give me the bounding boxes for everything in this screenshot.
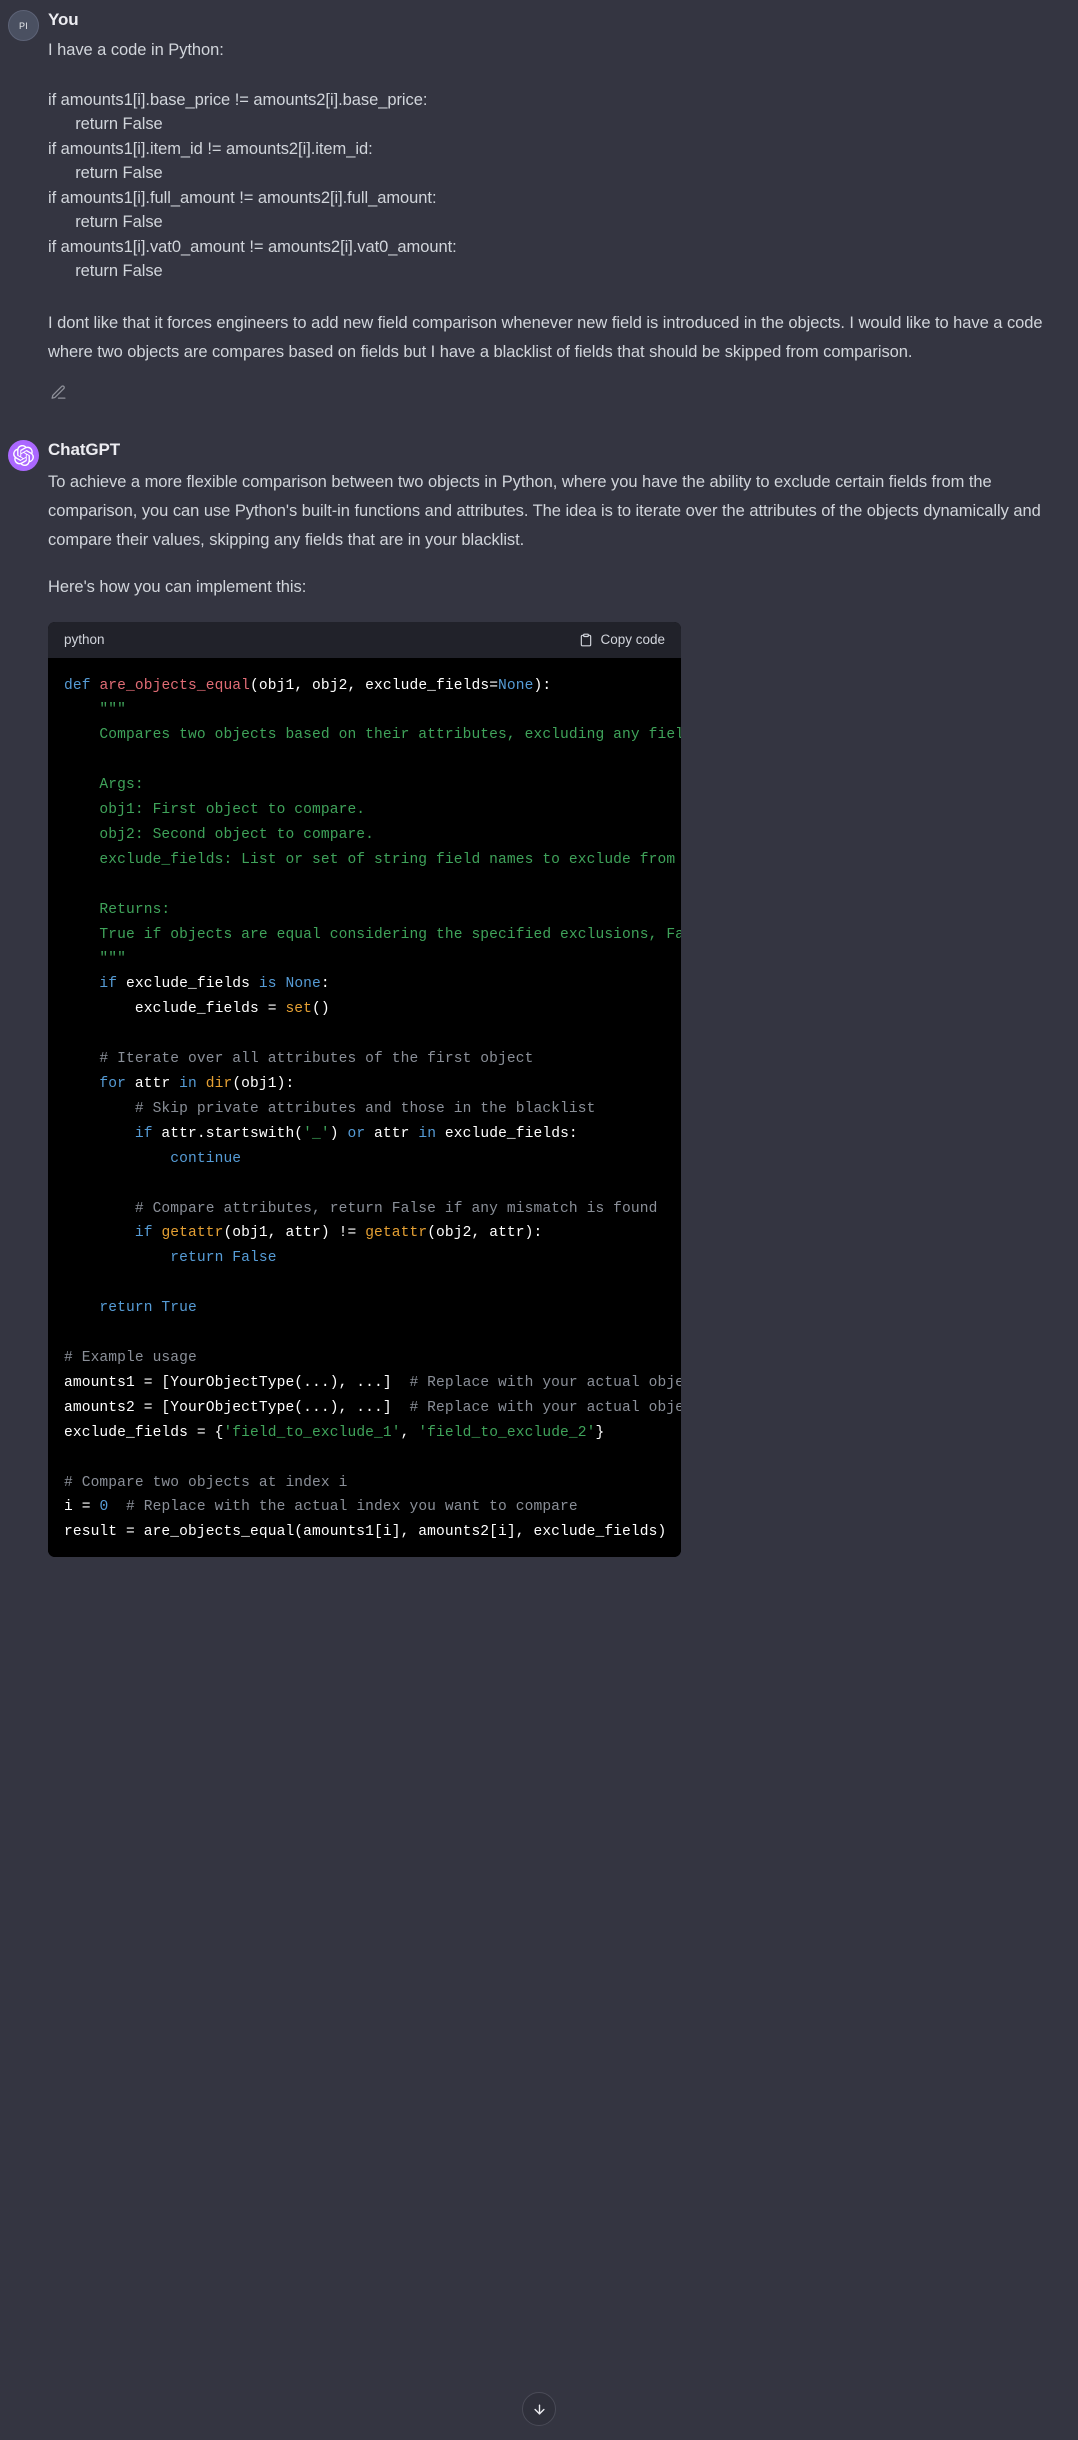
code-token: : [320, 976, 330, 993]
code-token: if [64, 1125, 153, 1142]
code-token: is [258, 976, 277, 993]
user-pasted-code: if amounts1[i].base_price != amounts2[i]… [48, 90, 457, 281]
code-token: exclude_fields: [436, 1125, 578, 1142]
code-token: Returns: [64, 901, 171, 918]
user-message-content: You I have a code in Python: if amounts1… [48, 0, 1078, 405]
code-token: if [64, 1225, 162, 1242]
code-token: return True [64, 1300, 197, 1317]
code-token: # Replace with the actual index you want… [126, 1499, 578, 1516]
code-token: # Compare attributes, return False if an… [64, 1200, 658, 1217]
code-token: exclude_fields [117, 976, 259, 993]
code-token: are_objects_equal [99, 677, 251, 694]
code-token: 0 [99, 1499, 109, 1516]
pencil-icon[interactable] [48, 383, 68, 403]
code-token: True if objects are equal considering th… [64, 926, 681, 943]
code-token: ) [329, 1125, 348, 1142]
code-token: """ [64, 702, 127, 719]
code-token: # Example usage [64, 1349, 197, 1366]
code-content: def are_objects_equal(obj1, obj2, exclud… [64, 674, 681, 1546]
copy-code-button[interactable]: Copy code [579, 632, 665, 647]
code-token: # Replace with your actual objec [409, 1399, 681, 1416]
code-block: python Copy code def are_objects_equal(o… [48, 621, 681, 1558]
scroll-to-bottom-button[interactable] [522, 2392, 556, 2426]
code-token: # Compare two objects at index i [64, 1474, 348, 1491]
code-token: 'field_to_exclude_1' [223, 1424, 401, 1441]
code-token: continue [64, 1150, 242, 1167]
clipboard-icon [579, 633, 593, 647]
code-token: , [400, 1424, 419, 1441]
user-intro-text: I have a code in Python: [48, 41, 224, 59]
code-token: attr.startswith( [152, 1125, 304, 1142]
code-token: Compares two objects based on their attr… [64, 727, 681, 744]
code-token: getattr [161, 1225, 224, 1242]
code-token: or [347, 1125, 366, 1142]
code-token: Args: [64, 777, 144, 794]
assistant-message: ChatGPT To achieve a more flexible compa… [0, 429, 1078, 1558]
code-token: attr [126, 1076, 180, 1092]
code-token: # Iterate over all attributes of the fir… [64, 1051, 534, 1068]
code-block-body: def are_objects_equal(obj1, obj2, exclud… [48, 657, 681, 1558]
code-token: getattr [365, 1225, 428, 1242]
code-token: (obj1, obj2, exclude_fields= [250, 677, 499, 694]
code-token: """ [64, 951, 127, 968]
code-token: (obj1, attr) != [223, 1225, 366, 1242]
code-token: 'field_to_exclude_2' [418, 1424, 596, 1441]
message-author-name: You [48, 10, 79, 29]
assistant-paragraph-2: Here's how you can implement this: [48, 577, 307, 596]
user-message-actions [48, 381, 1048, 405]
code-token: None [285, 976, 321, 993]
code-token: if [64, 976, 118, 993]
code-token: amounts1 = [YourObjectType(...), ...] [64, 1374, 410, 1391]
assistant-message-content: ChatGPT To achieve a more flexible compa… [48, 430, 1078, 1558]
code-token: set [285, 1001, 313, 1018]
code-token: attr [365, 1125, 419, 1142]
assistant-paragraph-1: To achieve a more flexible comparison be… [48, 472, 1046, 549]
user-question-text: I dont like that it forces engineers to … [48, 313, 1048, 361]
user-message: PI You I have a code in Python: if amoun… [0, 0, 1078, 405]
code-token: obj1: First object to compare. [64, 802, 366, 819]
code-token: exclude_fields = [64, 1001, 286, 1018]
openai-logo-icon [13, 444, 34, 466]
code-token: for [64, 1076, 127, 1092]
code-token: ): [533, 677, 552, 694]
code-token: None [498, 677, 534, 694]
code-token: () [312, 1001, 330, 1018]
code-token: obj2: Second object to compare. [64, 826, 375, 843]
code-token: '_' [303, 1125, 330, 1142]
code-block-header: python Copy code [48, 621, 681, 658]
code-token: (obj2, attr): [427, 1225, 543, 1242]
code-token: # Skip private attributes and those in t… [64, 1100, 596, 1117]
code-token: def [64, 677, 100, 694]
code-token: in [418, 1125, 437, 1142]
conversation-thread: PI You I have a code in Python: if amoun… [0, 0, 1078, 1558]
avatar: PI [8, 10, 39, 41]
code-token: result = are_objects_equal(amounts1[i], … [64, 1524, 667, 1541]
code-token: i = [64, 1499, 100, 1516]
arrow-down-icon [532, 2402, 547, 2417]
code-token: (obj1): [232, 1076, 295, 1092]
code-token: dir [205, 1076, 233, 1092]
code-token: amounts2 = [YourObjectType(...), ...] [64, 1399, 410, 1416]
code-token: exclude_fields = { [64, 1424, 224, 1441]
copy-code-label: Copy code [600, 632, 665, 647]
code-language-label: python [64, 632, 105, 647]
code-token: } [595, 1424, 605, 1441]
user-avatar-column: PI [0, 0, 48, 405]
avatar [8, 439, 39, 471]
code-token: # Replace with your actual objec [409, 1374, 681, 1391]
code-token: exclude_fields: List or set of string fi… [64, 851, 681, 868]
message-author-name: ChatGPT [48, 439, 121, 459]
code-token: return False [64, 1250, 277, 1267]
assistant-avatar-column [0, 430, 48, 1558]
code-token: in [179, 1076, 197, 1092]
